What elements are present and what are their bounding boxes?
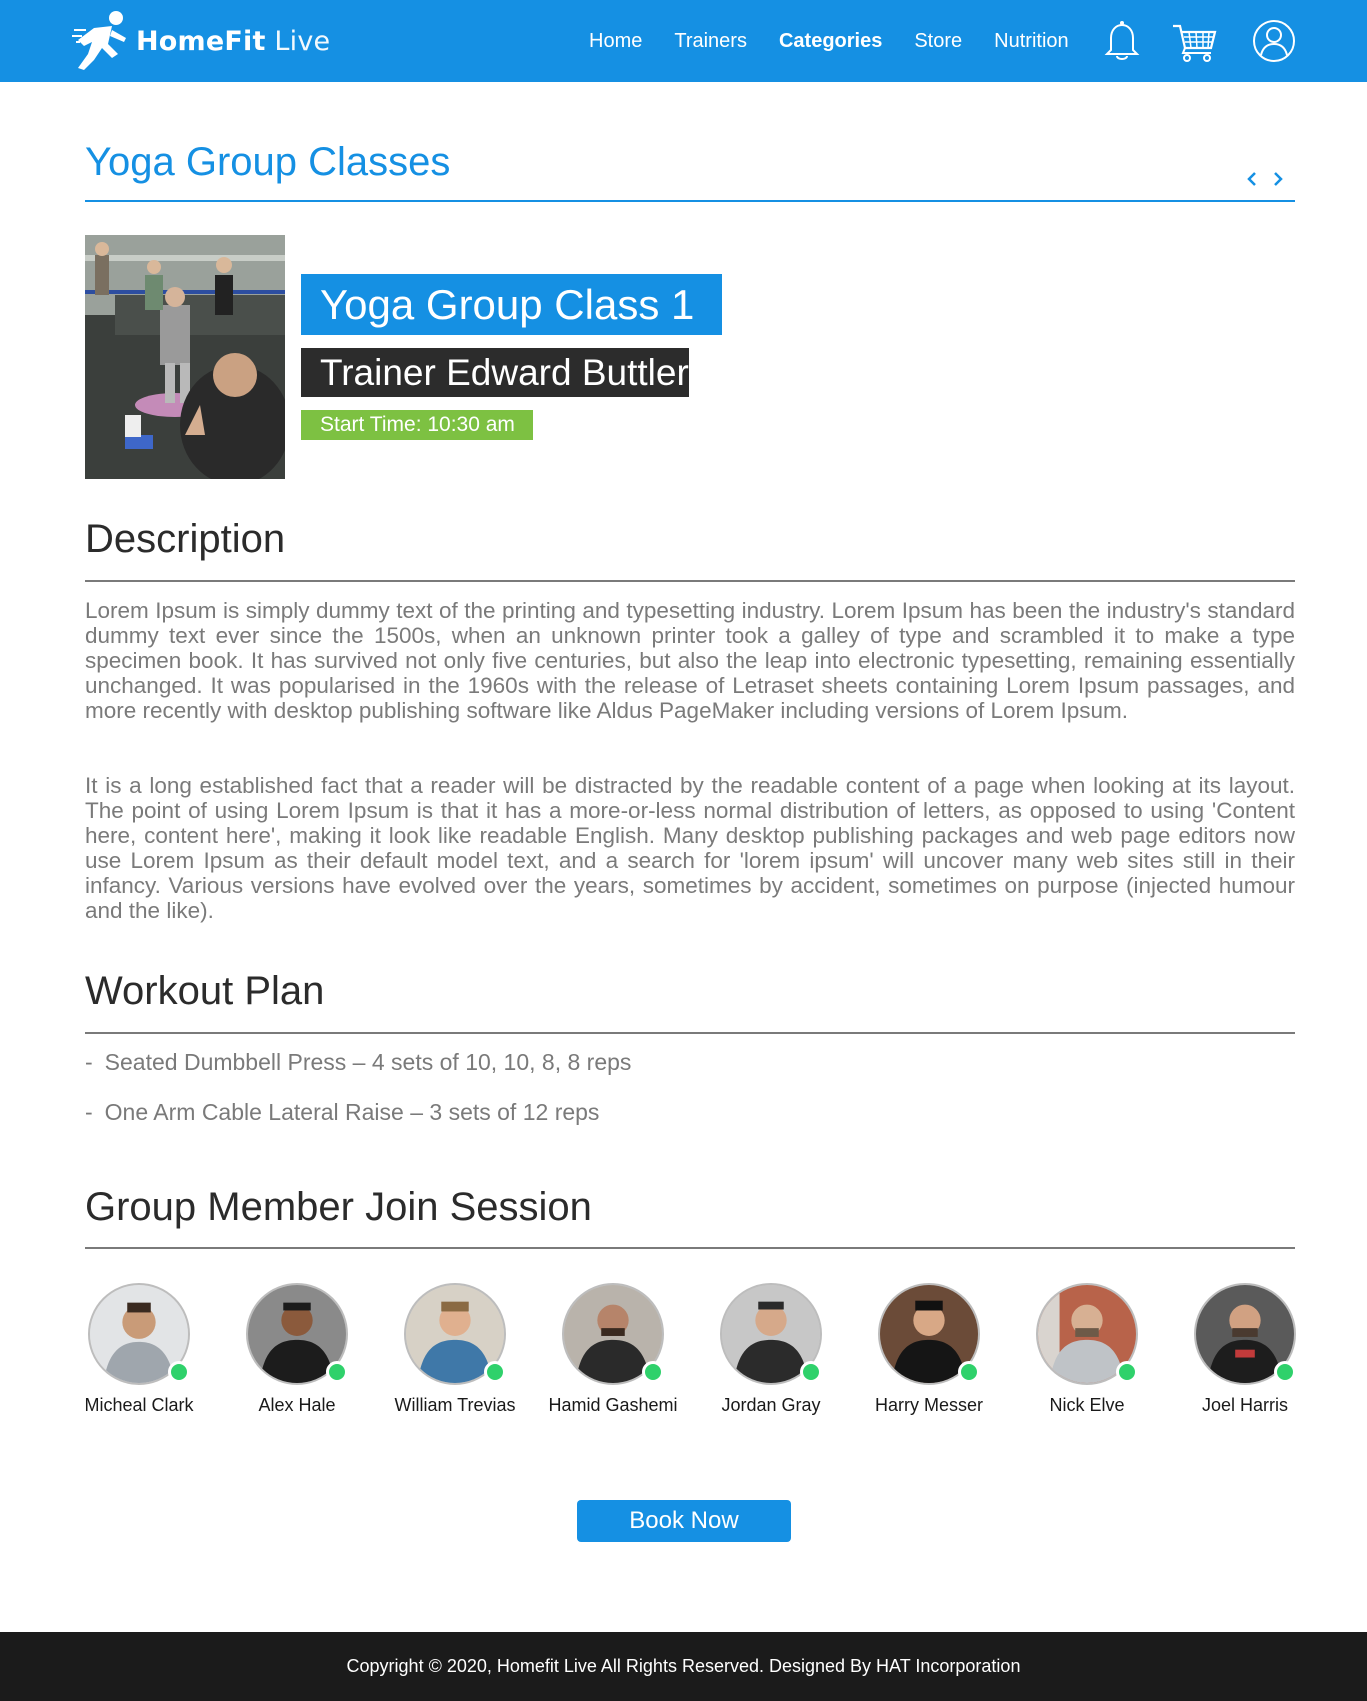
start-time-badge: Start Time: 10:30 am [301, 410, 533, 440]
member-card[interactable]: Hamid Gashemi [548, 1283, 678, 1416]
member-card[interactable]: Joel Harris [1180, 1283, 1310, 1416]
description-paragraph-2: It is a long established fact that a rea… [85, 773, 1295, 923]
workout-plan-item: - Seated Dumbbell Press – 4 sets of 10, 1… [85, 1049, 631, 1076]
chevron-right-icon[interactable] [1269, 168, 1287, 190]
main-nav: Home Trainers Categories Store Nutrition [589, 26, 1101, 56]
member-card[interactable]: Micheal Clark [74, 1283, 204, 1416]
brand-logo[interactable]: HomeFit Live [72, 8, 330, 74]
member-name: Alex Hale [258, 1395, 336, 1415]
online-status-indicator [1116, 1361, 1138, 1383]
top-navbar: HomeFit Live Home Trainers Categories St… [0, 0, 1367, 82]
member-name: Joel Harris [1201, 1395, 1289, 1415]
footer: Copyright © 2020, Homefit Live All Right… [0, 1632, 1367, 1701]
workout-plan-item-text: One Arm Cable Lateral Raise – 3 sets of … [104, 1099, 600, 1125]
online-status-indicator [642, 1361, 664, 1383]
bell-icon[interactable] [1099, 18, 1145, 64]
member-name: Nick Elve [1049, 1395, 1125, 1415]
member-name: Harry Messer [874, 1395, 983, 1415]
nav-trainers[interactable]: Trainers [674, 26, 747, 56]
member-name: Jordan Gray [721, 1395, 821, 1415]
yoga-class-image [85, 235, 285, 479]
description-heading: Description [85, 517, 286, 561]
list-dash: - [85, 1049, 93, 1075]
runner-logo-icon [72, 11, 126, 70]
online-status-indicator [326, 1361, 348, 1383]
workout-plan-item-text: Seated Dumbbell Press – 4 sets of 10, 10… [104, 1049, 632, 1075]
member-card[interactable]: Nick Elve [1022, 1283, 1152, 1416]
copyright-text: Copyright © 2020, Homefit Live All Right… [346, 1656, 1021, 1676]
member-card[interactable]: Alex Hale [232, 1283, 362, 1416]
book-now-button[interactable]: Book Now [577, 1500, 791, 1542]
online-status-indicator [484, 1361, 506, 1383]
member-card[interactable]: William Trevias [390, 1283, 520, 1416]
member-name: William Trevias [394, 1395, 516, 1415]
nav-store[interactable]: Store [914, 26, 962, 56]
members-heading: Group Member Join Session [85, 1185, 592, 1229]
title-divider [85, 200, 1295, 202]
online-status-indicator [1274, 1361, 1296, 1383]
member-name: Micheal Clark [84, 1395, 194, 1415]
member-card[interactable]: Harry Messer [864, 1283, 994, 1416]
online-status-indicator [800, 1361, 822, 1383]
brand-name-light: Live [274, 25, 331, 57]
page-title: Yoga Group Classes [85, 140, 451, 184]
online-status-indicator [958, 1361, 980, 1383]
nav-home[interactable]: Home [589, 26, 642, 56]
description-divider [85, 580, 1295, 582]
class-photo [85, 235, 285, 479]
chevron-left-icon[interactable] [1243, 168, 1261, 190]
brand-name-bold: HomeFit [136, 25, 266, 57]
workout-plan-divider [85, 1032, 1295, 1034]
member-name: Hamid Gashemi [548, 1395, 678, 1415]
trainer-name-label[interactable]: Trainer Edward Buttler [301, 348, 689, 397]
member-card[interactable]: Jordan Gray [706, 1283, 836, 1416]
carousel-arrows [1243, 168, 1287, 190]
class-name-label: Yoga Group Class 1 [301, 274, 722, 335]
workout-plan-heading: Workout Plan [85, 969, 325, 1013]
brand-name: HomeFit Live [136, 26, 330, 57]
nav-categories[interactable]: Categories [779, 26, 882, 56]
list-dash: - [85, 1099, 93, 1125]
description-paragraph-1: Lorem Ipsum is simply dummy text of the … [85, 598, 1295, 723]
members-divider [85, 1247, 1295, 1249]
nav-nutrition[interactable]: Nutrition [994, 26, 1068, 56]
online-status-indicator [168, 1361, 190, 1383]
workout-plan-item: - One Arm Cable Lateral Raise – 3 sets of… [85, 1099, 599, 1126]
cart-icon[interactable] [1171, 18, 1217, 64]
user-icon[interactable] [1251, 18, 1297, 64]
members-list: Micheal Clark Alex Hale William Trevias … [84, 1283, 1296, 1423]
